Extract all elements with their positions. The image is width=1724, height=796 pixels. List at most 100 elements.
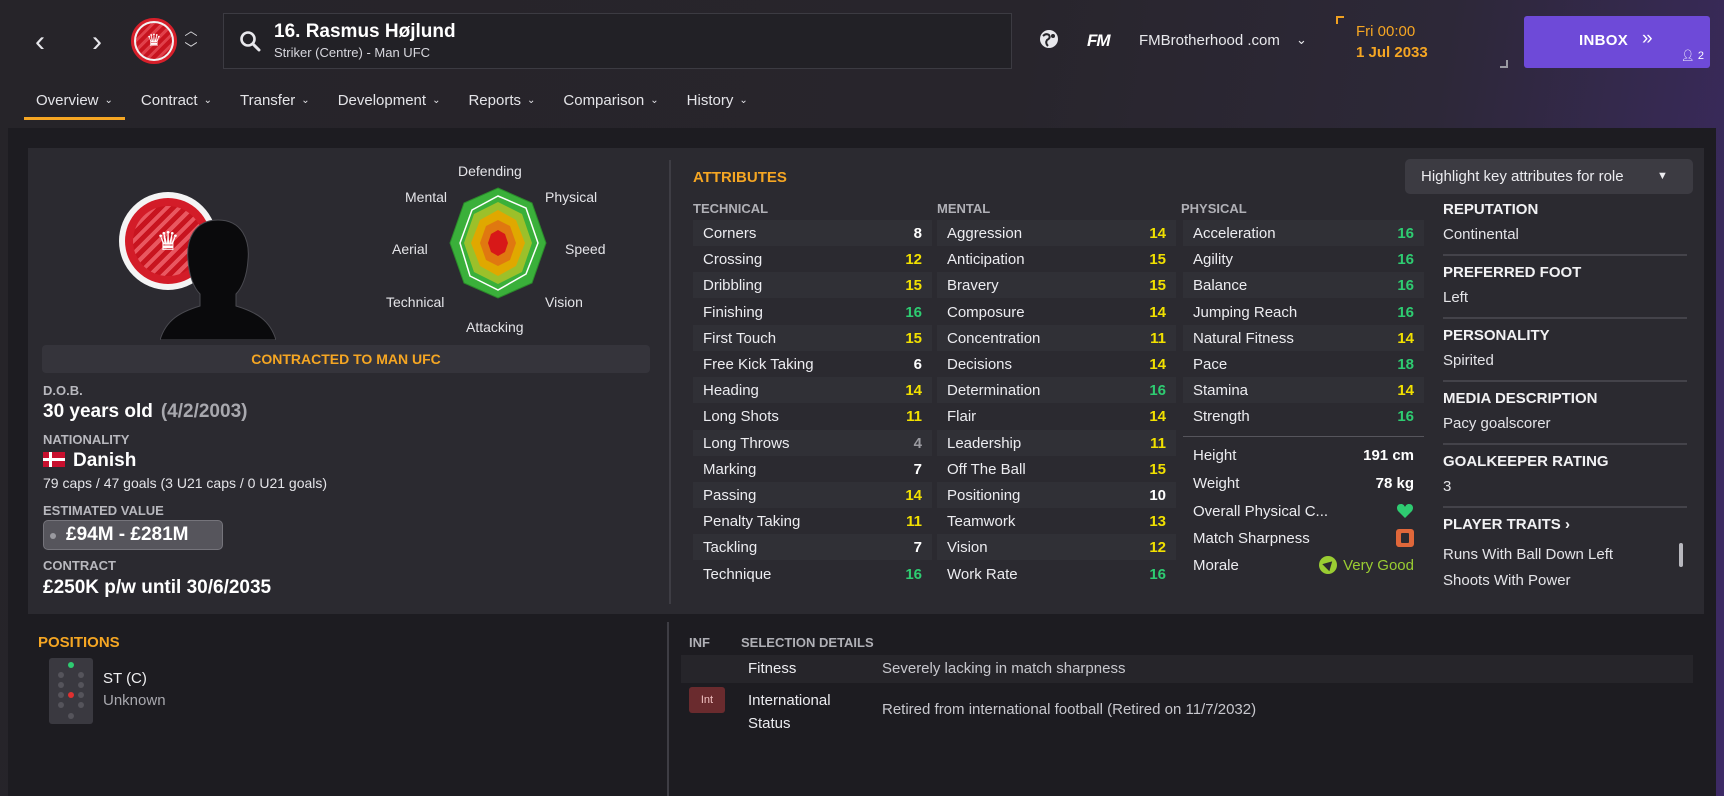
tab-reports[interactable]: Reports ⌄ (456, 88, 547, 120)
chevron-up-icon[interactable]: ︿ (183, 22, 199, 40)
attribute-row-mental[interactable]: Flair 14 (937, 403, 1176, 429)
estimated-value-label: ESTIMATED VALUE (43, 503, 164, 518)
attribute-name: Corners (703, 224, 757, 242)
attribute-value: 14 (1149, 303, 1166, 321)
attribute-row-technical[interactable]: Technique 16 (693, 561, 932, 587)
globe-icon[interactable] (1037, 27, 1061, 51)
tab-transfer[interactable]: Transfer ⌄ (228, 88, 322, 120)
tab-contract[interactable]: Contract ⌄ (129, 88, 224, 120)
thumbs-down-icon (1396, 529, 1414, 547)
inf-header: INF (689, 635, 710, 650)
condition-row[interactable]: Overall Physical C... (1183, 498, 1424, 524)
attribute-row-physical[interactable]: Jumping Reach 16 (1183, 299, 1424, 325)
attribute-row-technical[interactable]: Finishing 16 (693, 299, 932, 325)
inbox-label: INBOX (1579, 32, 1629, 49)
selection-name: Fitness (748, 660, 797, 677)
attribute-row-physical[interactable]: Balance 16 (1183, 272, 1424, 298)
attribute-value: 15 (1149, 250, 1166, 268)
attribute-name: Natural Fitness (1193, 329, 1294, 347)
goalkeeper-rating-label: GOALKEEPER RATING (1443, 453, 1609, 470)
attribute-row-physical[interactable]: Stamina 14 (1183, 377, 1424, 403)
attribute-row-mental[interactable]: Bravery 15 (937, 272, 1176, 298)
club-badge-button[interactable]: ♛ (131, 18, 177, 64)
tab-overview[interactable]: Overview ⌄ (24, 88, 125, 120)
info-divider (1443, 317, 1687, 319)
attribute-row-technical[interactable]: Heading 14 (693, 377, 932, 403)
position-value: ST (C) (103, 670, 147, 687)
attribute-row-technical[interactable]: Crossing 12 (693, 246, 932, 272)
forward-button[interactable]: › (77, 22, 117, 62)
attribute-name: Dribbling (703, 276, 763, 294)
attribute-row-technical[interactable]: Long Shots 11 (693, 403, 932, 429)
tab-development[interactable]: Development ⌄ (326, 88, 453, 120)
attribute-row-mental[interactable]: Concentration 11 (937, 325, 1176, 351)
date-corner-decoration (1500, 60, 1508, 68)
crown-icon: ♛ (136, 23, 172, 59)
attribute-row-technical[interactable]: Penalty Taking 11 (693, 508, 932, 534)
position-pitch[interactable] (49, 658, 93, 724)
attribute-row-mental[interactable]: Leadership 11 (937, 430, 1176, 456)
chevron-down-icon[interactable]: ⌄ (1296, 32, 1307, 48)
attribute-row-technical[interactable]: Free Kick Taking 6 (693, 351, 932, 377)
attribute-row-mental[interactable]: Decisions 14 (937, 351, 1176, 377)
attribute-row-mental[interactable]: Vision 12 (937, 534, 1176, 560)
inbox-button[interactable]: INBOX » 👤︎ 2 (1524, 16, 1710, 68)
player-switcher[interactable]: ︿ ﹀ (183, 22, 199, 58)
attribute-row-mental[interactable]: Determination 16 (937, 377, 1176, 403)
attribute-row-technical[interactable]: Tackling 7 (693, 534, 932, 560)
attribute-row-mental[interactable]: Aggression 14 (937, 220, 1176, 246)
attribute-row-physical[interactable]: Natural Fitness 14 (1183, 325, 1424, 351)
attribute-value: 11 (1150, 329, 1166, 347)
morale-row[interactable]: Morale Very Good (1183, 552, 1424, 578)
attribute-row-technical[interactable]: Dribbling 15 (693, 272, 932, 298)
double-chevron-right-icon: » (1642, 28, 1653, 49)
attribute-name: Leadership (947, 434, 1022, 452)
attribute-name: Bravery (947, 276, 999, 294)
weight-value: 78 kg (1375, 474, 1414, 492)
personality-value: Spirited (1443, 352, 1494, 369)
radar-label-physical: Physical (545, 189, 598, 205)
chevron-down-icon: ⌄ (527, 95, 536, 106)
attribute-value: 12 (1149, 538, 1166, 556)
attribute-row-mental[interactable]: Anticipation 15 (937, 246, 1176, 272)
attribute-row-physical[interactable]: Strength 16 (1183, 403, 1424, 429)
sharpness-row[interactable]: Match Sharpness (1183, 525, 1424, 551)
player-traits-link[interactable]: PLAYER TRAITS › (1443, 516, 1570, 533)
player-search-bar[interactable]: 16. Rasmus Højlund Striker (Centre) - Ma… (223, 13, 1012, 69)
estimated-value-badge[interactable]: £94M - £281M (43, 520, 223, 550)
chevron-down-icon[interactable]: ﹀ (183, 40, 199, 58)
game-date[interactable]: Fri 00:00 1 Jul 2033 (1336, 16, 1508, 68)
attribute-row-physical[interactable]: Agility 16 (1183, 246, 1424, 272)
attribute-row-mental[interactable]: Positioning 10 (937, 482, 1176, 508)
attribute-name: Passing (703, 486, 757, 504)
attribute-value: 15 (905, 329, 922, 347)
chevron-left-icon: ‹ (35, 25, 45, 58)
tab-history[interactable]: History ⌄ (675, 88, 760, 120)
nationality-value[interactable]: Danish (43, 450, 136, 472)
reputation-value: Continental (1443, 226, 1519, 243)
tab-label: History (686, 92, 734, 109)
attribute-value: 16 (1397, 303, 1414, 321)
denmark-flag-icon (43, 452, 65, 467)
attribute-row-technical[interactable]: Corners 8 (693, 220, 932, 246)
attribute-row-technical[interactable]: Long Throws 4 (693, 430, 932, 456)
attribute-row-technical[interactable]: First Touch 15 (693, 325, 932, 351)
highlight-label: Highlight key attributes for role (1421, 168, 1624, 185)
attribute-row-physical[interactable]: Pace 18 (1183, 351, 1424, 377)
search-icon[interactable] (238, 29, 262, 53)
highlight-role-dropdown[interactable]: Highlight key attributes for role ▼ (1405, 159, 1693, 194)
attribute-row-physical[interactable]: Acceleration 16 (1183, 220, 1424, 246)
back-button[interactable]: ‹ (20, 22, 60, 62)
attribute-name: Vision (947, 538, 988, 556)
attribute-row-technical[interactable]: Marking 7 (693, 456, 932, 482)
attribute-row-mental[interactable]: Off The Ball 15 (937, 456, 1176, 482)
attribute-row-technical[interactable]: Passing 14 (693, 482, 932, 508)
position-dot (78, 682, 84, 688)
attribute-name: Balance (1193, 276, 1248, 294)
attribute-row-mental[interactable]: Work Rate 16 (937, 561, 1176, 587)
tab-comparison[interactable]: Comparison ⌄ (551, 88, 670, 120)
profile-name[interactable]: FMBrotherhood .com (1139, 32, 1280, 49)
attribute-row-mental[interactable]: Teamwork 13 (937, 508, 1176, 534)
traits-scrollbar[interactable] (1679, 543, 1683, 567)
attribute-row-mental[interactable]: Composure 14 (937, 299, 1176, 325)
